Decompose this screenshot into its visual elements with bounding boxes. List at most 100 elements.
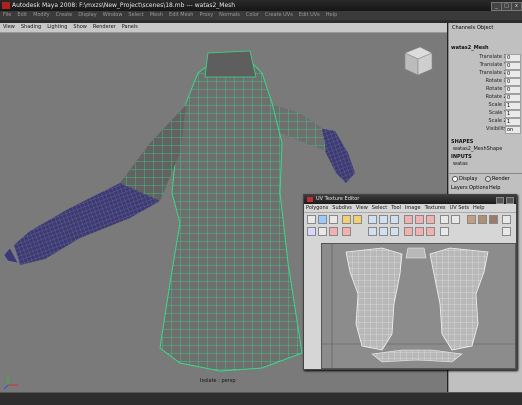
uv-align-top-icon[interactable] (426, 215, 435, 224)
uv-image-toggle-icon[interactable] (467, 215, 476, 224)
attr-value[interactable]: 1 (505, 102, 521, 110)
uv-minimize-button[interactable] (496, 197, 504, 204)
attr-row[interactable]: Translate Y0 (451, 62, 521, 70)
attr-row[interactable]: Scale Y1 (451, 110, 521, 118)
uv-grid-icon[interactable] (379, 215, 388, 224)
viewport-menu-renderer[interactable]: Renderer (90, 23, 119, 32)
menu-create[interactable]: Create (53, 11, 76, 20)
uv-move-down-icon[interactable] (404, 227, 413, 236)
uv-flip-u-icon[interactable] (342, 215, 351, 224)
attr-row[interactable]: Rotate X0 (451, 78, 521, 86)
menu-help[interactable]: Help (323, 11, 340, 20)
menu-mesh[interactable]: Mesh (147, 11, 166, 20)
attr-value[interactable]: 0 (505, 94, 521, 102)
viewport-menu-panels[interactable]: Panels (119, 23, 141, 32)
uv-menu-select[interactable]: Select (370, 204, 389, 212)
menu-select[interactable]: Select (125, 11, 146, 20)
attr-row[interactable]: Rotate Y0 (451, 86, 521, 94)
attr-value[interactable]: 0 (505, 86, 521, 94)
uv-menu-textures[interactable]: Textures (423, 204, 448, 212)
uv-straighten-icon[interactable] (390, 227, 399, 236)
uv-tool-rotate-icon[interactable] (329, 215, 338, 224)
uv-lock-icon[interactable] (502, 227, 511, 236)
uv-checker-icon[interactable] (368, 215, 377, 224)
uv-move-up-icon[interactable] (415, 227, 424, 236)
display-radio[interactable] (452, 176, 458, 182)
attr-row[interactable]: Rotate Z0 (451, 94, 521, 102)
uv-relax-icon[interactable] (379, 227, 388, 236)
uv-tool-move-icon[interactable] (307, 215, 316, 224)
attr-value[interactable]: 0 (505, 62, 521, 70)
viewport-menu-lighting[interactable]: Lighting (44, 23, 70, 32)
view-cube-icon[interactable] (404, 46, 433, 76)
object-name[interactable]: watas2_Mesh (451, 45, 489, 51)
menu-edit-mesh[interactable]: Edit Mesh (166, 11, 196, 20)
viewport-menu-view[interactable]: View (0, 23, 18, 32)
close-button[interactable]: x (511, 2, 522, 11)
uv-tool-scale-icon[interactable] (318, 215, 327, 224)
attr-row[interactable]: Scale Z1 (451, 118, 521, 126)
uv-menu-uv-sets[interactable]: UV Sets (448, 204, 472, 212)
attr-label: Rotate Z (485, 94, 507, 100)
menu-window[interactable]: Window (100, 11, 126, 20)
attr-row[interactable]: Translate Z0 (451, 70, 521, 78)
shapes-header: SHAPES (451, 139, 474, 145)
uv-cut-icon[interactable] (307, 227, 316, 236)
menu-modify[interactable]: Modify (30, 11, 53, 20)
uv-menu-tool[interactable]: Tool (389, 204, 403, 212)
uv-display-icon[interactable] (478, 215, 487, 224)
attr-value[interactable]: 0 (505, 54, 521, 62)
uv-rotate-cw-icon[interactable] (342, 227, 351, 236)
menu-color[interactable]: Color (243, 11, 262, 20)
uv-sew-icon[interactable] (318, 227, 327, 236)
uv-border-icon[interactable] (440, 227, 449, 236)
menu-edit[interactable]: Edit (14, 11, 30, 20)
uv-layout-icon[interactable] (451, 215, 460, 224)
viewport-menu-shading[interactable]: Shading (18, 23, 44, 32)
attr-row[interactable]: Translate X0 (451, 54, 521, 62)
menu-display[interactable]: Display (75, 11, 99, 20)
attr-row[interactable]: Scale X1 (451, 102, 521, 110)
uv-align-left-icon[interactable] (404, 215, 413, 224)
uv-menu-polygons[interactable]: Polygons (304, 204, 330, 212)
menu-file[interactable]: File (0, 11, 14, 20)
uv-snapshot-icon[interactable] (440, 215, 449, 224)
attr-value[interactable]: on (505, 126, 521, 134)
uv-shaded-icon[interactable] (390, 215, 399, 224)
menu-proxy[interactable]: Proxy (196, 11, 216, 20)
layer-menu-options[interactable]: Options (469, 185, 488, 191)
uv-editor-icon (307, 197, 313, 202)
attr-row[interactable]: Visibility on (451, 126, 521, 134)
layer-menu-help[interactable]: Help (489, 185, 500, 191)
attr-value[interactable]: 1 (505, 110, 521, 118)
uv-settings-icon[interactable] (502, 215, 511, 224)
menu-edit-uvs[interactable]: Edit UVs (296, 11, 323, 20)
uv-close-button[interactable] (506, 197, 514, 204)
attr-label: Rotate X (485, 78, 507, 84)
menu-normals[interactable]: Normals (216, 11, 243, 20)
uv-texture-icon[interactable] (489, 215, 498, 224)
uv-canvas[interactable] (321, 243, 516, 369)
attr-value[interactable]: 0 (505, 70, 521, 78)
tab-channels[interactable]: Channels (450, 24, 477, 32)
uv-menu-view[interactable]: View (354, 204, 370, 212)
uv-menu-help[interactable]: Help (471, 204, 486, 212)
uv-normalize-icon[interactable] (426, 227, 435, 236)
inputs-header: INPUTS (451, 154, 472, 160)
attr-value[interactable]: 0 (505, 78, 521, 86)
menu-create-uvs[interactable]: Create UVs (262, 11, 296, 20)
uv-align-right-icon[interactable] (415, 215, 424, 224)
render-radio[interactable] (485, 176, 491, 182)
tab-object[interactable]: Object (475, 24, 495, 32)
layer-menu-layers[interactable]: Layers (451, 185, 468, 191)
uv-menu-subdivs[interactable]: Subdivs (330, 204, 354, 212)
uv-menu-image[interactable]: Image (403, 204, 423, 212)
uv-flip-v-icon[interactable] (353, 215, 362, 224)
shape-name[interactable]: watas2_MeshShape (453, 146, 502, 152)
uv-editor-title-bar[interactable]: UV Texture Editor (304, 195, 516, 204)
uv-unfold-icon[interactable] (368, 227, 377, 236)
attr-value[interactable]: 1 (505, 118, 521, 126)
input-name[interactable]: watas (453, 161, 468, 167)
uv-rotate-ccw-icon[interactable] (329, 227, 338, 236)
viewport-menu-show[interactable]: Show (70, 23, 90, 32)
